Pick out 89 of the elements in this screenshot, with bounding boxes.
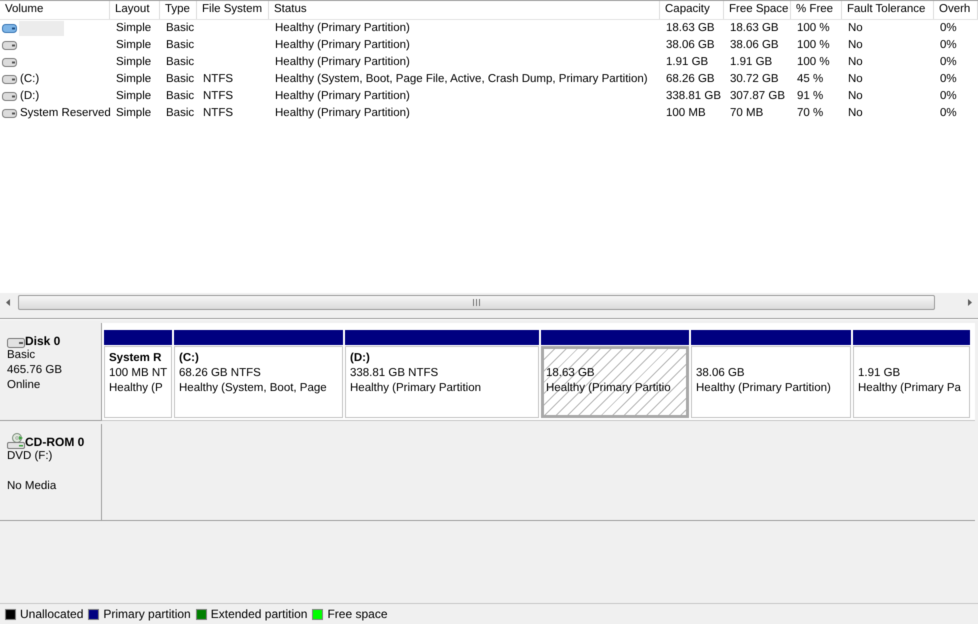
partition-size: 18.63 GB	[546, 366, 596, 381]
table-cell-text: NTFS	[202, 106, 234, 121]
table-cell-text: 0%	[939, 72, 958, 87]
table-cell-text: Basic	[165, 21, 196, 36]
table-cell-text: No	[847, 38, 864, 53]
table-cell-text: 70 %	[796, 106, 824, 121]
disk-info-panel[interactable]: CD-ROM 0 DVD (F:) No Media	[0, 424, 102, 521]
partition-status: Healthy (P	[109, 381, 164, 396]
partition-size: 1.91 GB	[858, 366, 902, 381]
table-cell-text: 0%	[939, 89, 958, 104]
table-cell-text: Basic	[165, 89, 196, 104]
table-cell-text: Healthy (Primary Partition)	[274, 55, 411, 70]
scrollbar-thumb[interactable]	[18, 294, 935, 310]
table-cell-text: No	[847, 21, 864, 36]
partition-status: Healthy (Primary Pa	[858, 381, 962, 396]
legend-label: Free space	[327, 606, 388, 623]
table-cell-text: 0%	[939, 106, 958, 121]
cd-drive-icon	[7, 433, 25, 449]
partition-size: 338.81 GB NTFS	[350, 366, 440, 381]
table-cell-text: Basic	[165, 55, 196, 70]
table-cell-text: No	[847, 106, 864, 121]
row-label[interactable]: (C:)	[19, 71, 40, 88]
row-label[interactable]: System Reserved	[19, 105, 112, 122]
table-cell-text: Healthy (Primary Partition)	[274, 89, 411, 104]
table-cell-text: Simple	[115, 55, 152, 70]
table-cell-text: 0%	[939, 55, 958, 70]
right-arrow-icon	[968, 298, 972, 306]
table-cell-text: 30.72 GB	[729, 72, 780, 87]
table-cell-text: Simple	[115, 38, 152, 53]
disk-name: Disk 0	[25, 334, 60, 348]
partition-label: System R	[109, 350, 162, 366]
partition-status: Healthy (System, Boot, Page	[179, 381, 328, 396]
disk-size: 465.76 GB	[7, 363, 63, 378]
table-cell-text: 307.87 GB	[729, 89, 786, 104]
disk-status: No Media	[7, 479, 58, 494]
table-cell-text: 0%	[939, 21, 958, 36]
table-cell-text: 1.91 GB	[665, 55, 710, 70]
row-label[interactable]: (D:)	[19, 88, 40, 106]
partition-label: (D:)	[350, 350, 370, 366]
disk-status: Online	[7, 378, 42, 393]
table-cell-text: Healthy (Primary Partition)	[274, 106, 411, 121]
partition-size: 38.06 GB	[696, 366, 746, 381]
table-cell-text: Simple	[115, 72, 152, 87]
partition-status: Healthy (Primary Partition)	[696, 381, 832, 396]
table-cell-text: 38.06 GB	[729, 38, 780, 53]
table-cell-text: 338.81 GB	[665, 89, 722, 104]
table-cell-text: 38.06 GB	[665, 38, 716, 53]
table-cell-text: Healthy (Primary Partition)	[274, 38, 411, 53]
partition-status: Healthy (Primary Partition	[350, 381, 482, 396]
partition-status: Healthy (Primary Partitio	[546, 381, 672, 396]
table-cell-text: Healthy (Primary Partition)	[274, 21, 411, 36]
table-cell-text: Simple	[115, 21, 152, 36]
table-cell-text: NTFS	[202, 89, 234, 104]
table-cell-text: Basic	[165, 38, 196, 53]
table-cell-text: 70 MB	[729, 106, 764, 121]
disk-type: Basic	[7, 348, 36, 363]
grip-icon	[473, 298, 480, 306]
table-cell-text: 0%	[939, 38, 958, 53]
table-cell-text: NTFS	[202, 72, 234, 87]
table-cell-text: 18.63 GB	[729, 21, 780, 36]
legend-label: Primary partition	[103, 606, 191, 623]
disk-info-panel[interactable]: Disk 0 Basic 465.76 GB Online	[0, 323, 102, 421]
table-cell-text: 91 %	[796, 89, 824, 104]
partition-size: 100 MB NT	[109, 366, 168, 381]
table-cell-text: 68.26 GB	[665, 72, 716, 87]
table-cell-text: Healthy (System, Boot, Page File, Active, Crash Dump, Primary Partition)	[274, 72, 649, 87]
table-cell-text: Basic	[165, 72, 196, 87]
table-cell-text: 100 %	[796, 38, 831, 53]
partition-label: (C:)	[179, 350, 199, 366]
disk-name: CD-ROM 0	[25, 435, 84, 449]
table-cell-text: No	[847, 89, 864, 104]
table-cell-text: 45 %	[796, 72, 824, 87]
table-cell-text: 100 %	[796, 55, 831, 70]
table-cell-text: Simple	[115, 106, 152, 121]
partition-type-bar	[104, 330, 172, 345]
legend-label: Extended partition	[210, 606, 308, 623]
disk-type: DVD (F:)	[7, 449, 54, 464]
table-cell-text: 100 %	[796, 21, 831, 36]
table-cell-text: No	[847, 55, 864, 70]
disk-drive-icon	[7, 338, 25, 348]
table-cell-text: 1.91 GB	[729, 55, 774, 70]
partition-size: 68.26 GB NTFS	[179, 366, 262, 381]
table-cell-text: 18.63 GB	[665, 21, 716, 36]
table-cell-text: 100 MB	[665, 106, 707, 121]
table-cell-text: No	[847, 72, 864, 87]
table-cell-text: Basic	[165, 106, 196, 121]
legend-label: Unallocated	[20, 606, 84, 623]
left-arrow-icon	[6, 298, 10, 306]
table-cell-text: Simple	[115, 89, 152, 104]
